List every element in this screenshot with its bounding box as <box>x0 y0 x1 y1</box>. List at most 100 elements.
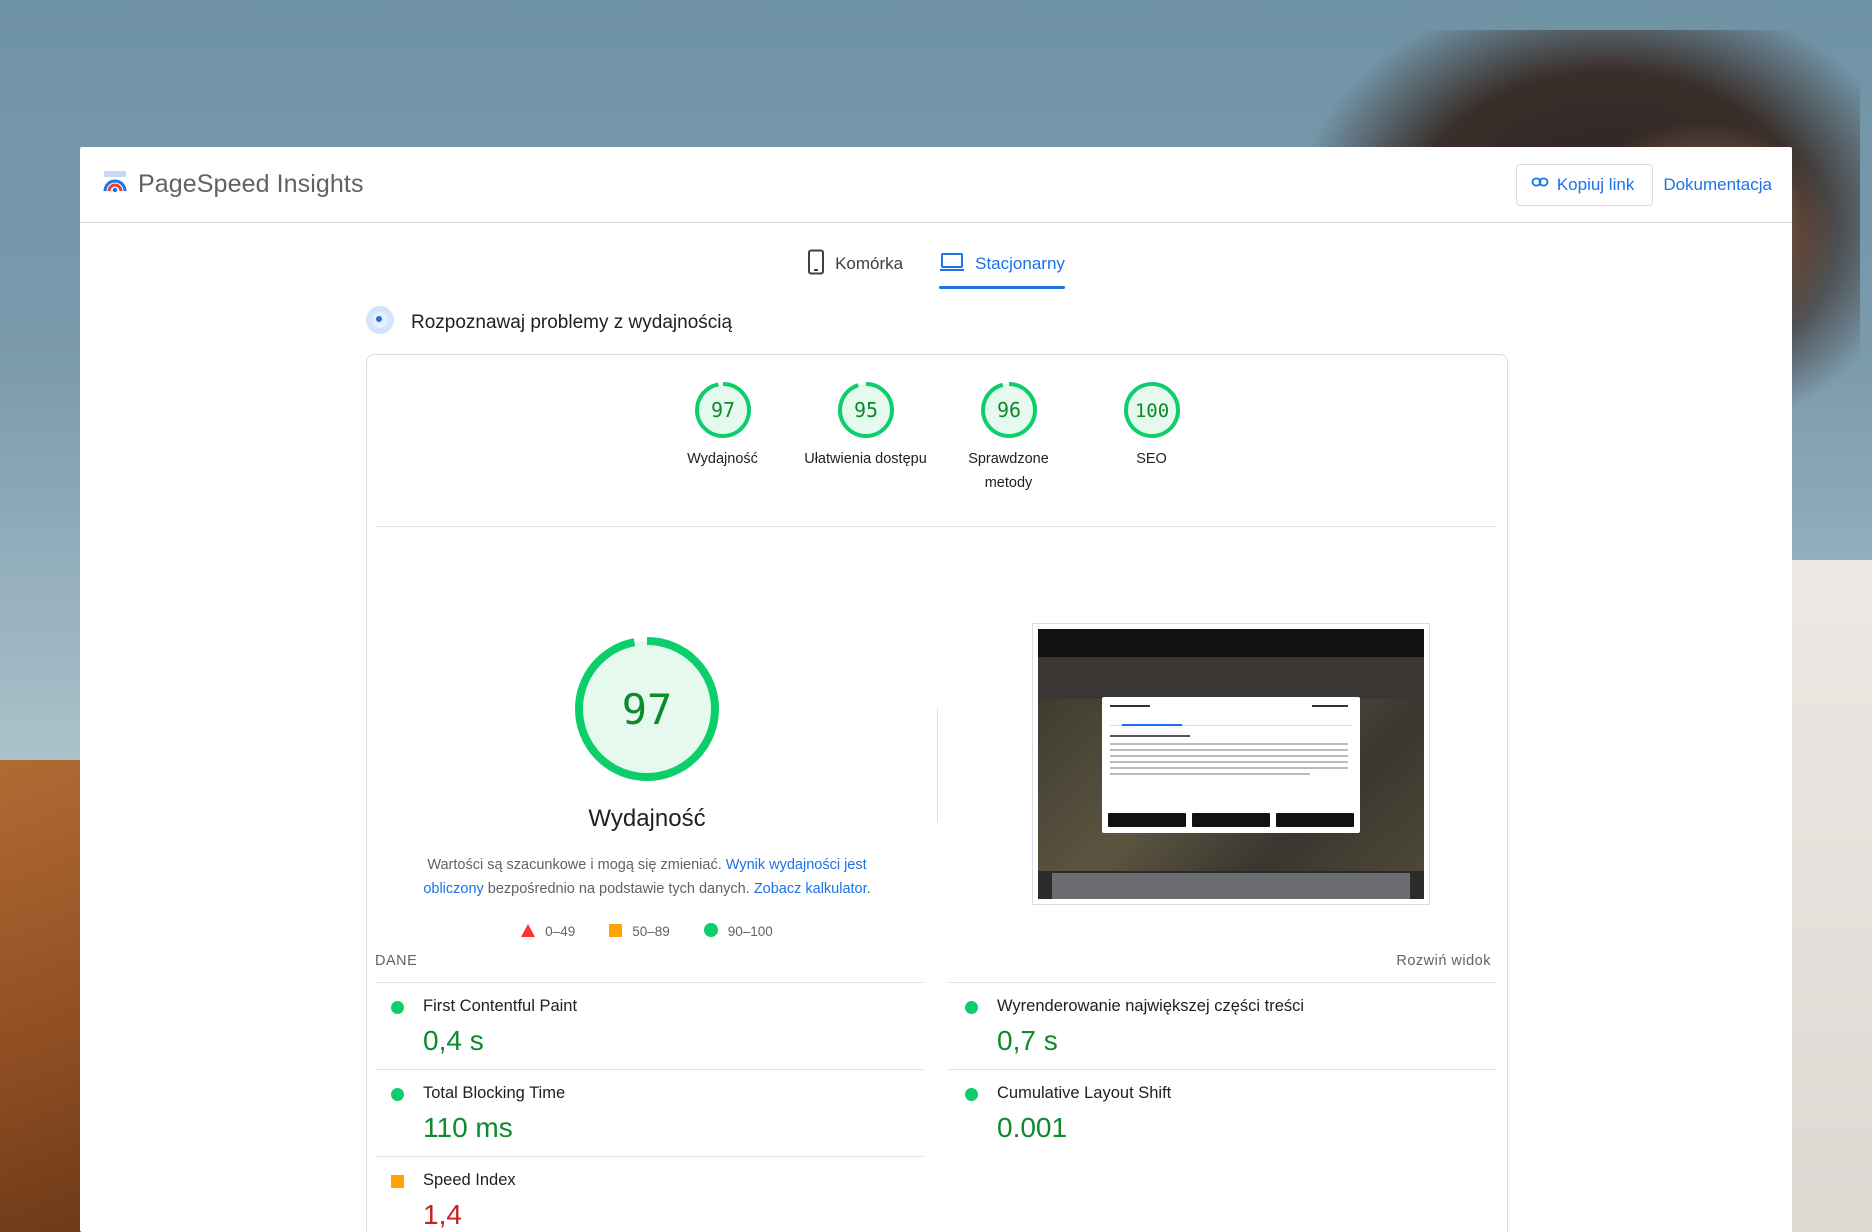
gauge-ring: 95 <box>837 382 894 438</box>
gauge-label: Ułatwienia dostępu <box>804 451 927 467</box>
tab-mobile-label: Komórka <box>835 254 904 273</box>
gauge-label: Wydajność <box>687 451 758 467</box>
dialog-button <box>1192 813 1270 827</box>
pagespeed-window: PageSpeed Insights Kopiuj link Dokumenta… <box>80 147 1792 1232</box>
gauge-best-practices[interactable]: 96 Sprawdzone metody <box>952 381 1065 501</box>
dialog-line <box>1312 705 1348 707</box>
metric-name: Cumulative Layout Shift <box>997 1084 1172 1102</box>
dialog-button <box>1108 813 1186 827</box>
metric-value: 0,7 s <box>997 1025 1058 1056</box>
section-divider <box>377 526 1497 527</box>
metric-value: 0.001 <box>997 1112 1068 1143</box>
screenshot-nav <box>1038 657 1424 699</box>
dialog-line <box>1110 743 1348 745</box>
metric-tbt: Total Blocking Time 110 ms <box>375 1069 923 1156</box>
category-gauges: 97 Wydajność 95 Ułatwienia dostępu 96 Sp… <box>367 381 1507 501</box>
metric-speed-index: Speed Index 1,4 <box>375 1156 923 1232</box>
dialog-line <box>1110 767 1348 769</box>
metric-fcp: First Contentful Paint 0,4 s <box>375 982 923 1069</box>
metric-name: Speed Index <box>423 1171 516 1189</box>
diagnose-title: Rozpoznawaj problemy z wydajnością <box>411 311 733 333</box>
performance-summary: 97 Wydajność Wartości są szacunkowe i mo… <box>407 635 887 940</box>
performance-description: Wartości są szacunkowe i mogą się zmieni… <box>417 853 877 901</box>
vertical-divider <box>937 708 938 822</box>
performance-score: 97 <box>622 685 673 734</box>
screenshot-cookie-dialog <box>1102 697 1360 833</box>
gauge-ring: 97 <box>694 382 751 438</box>
gauge-ring: 100 <box>1123 382 1180 438</box>
metrics-left-column: First Contentful Paint 0,4 s Total Block… <box>375 982 923 1232</box>
laptop-icon <box>939 252 965 277</box>
metric-value: 1,4 <box>423 1199 462 1230</box>
desc-text-3: . <box>866 881 871 897</box>
documentation-link[interactable]: Dokumentacja <box>1663 175 1772 195</box>
screenshot-promo-bar <box>1038 629 1424 657</box>
pagespeed-logo-icon <box>102 169 128 200</box>
performance-title: Wydajność <box>588 805 706 832</box>
legend-pass: 90–100 <box>703 923 773 940</box>
metric-lcp: Wyrenderowanie największej części treści… <box>949 982 1497 1069</box>
tab-desktop[interactable]: Stacjonarny <box>939 237 1065 291</box>
legend-average: 50–89 <box>609 923 670 940</box>
desc-text-1: Wartości są szacunkowe i mogą się zmieni… <box>427 857 722 873</box>
link-icon <box>1531 173 1549 196</box>
pass-circle-icon <box>965 1001 978 1019</box>
diagnose-header: Rozpoznawaj problemy z wydajnością <box>365 305 732 340</box>
pass-circle-icon <box>391 1088 404 1106</box>
dialog-button <box>1276 813 1354 827</box>
desc-text-2: bezpośrednio na podstawie tych danych. <box>487 881 750 897</box>
calculator-link[interactable]: Zobacz kalkulator <box>754 881 867 897</box>
gauge-ring: 96 <box>980 382 1037 438</box>
metrics-header: DANE Rozwiń widok <box>375 953 1491 969</box>
phone-icon <box>807 249 825 280</box>
app-title: PageSpeed Insights <box>138 170 364 198</box>
tab-desktop-label: Stacjonarny <box>975 254 1065 273</box>
brand[interactable]: PageSpeed Insights <box>102 169 364 200</box>
legend-fail: 0–49 <box>521 923 576 940</box>
gauge-seo[interactable]: 100 SEO <box>1095 381 1208 501</box>
circle-icon <box>703 923 718 940</box>
metrics-right-column: Wyrenderowanie największej części treści… <box>949 982 1497 1156</box>
copy-link-button[interactable]: Kopiuj link <box>1515 163 1654 206</box>
gauge-accessibility[interactable]: 95 Ułatwienia dostępu <box>804 381 927 501</box>
device-tabs: Komórka Stacjonarny <box>80 237 1792 291</box>
gauge-label: Sprawdzone metody <box>968 451 1049 491</box>
expand-view-button[interactable]: Rozwiń widok <box>1396 953 1491 969</box>
gauge-score: 96 <box>996 398 1020 422</box>
dialog-line <box>1110 761 1348 763</box>
triangle-icon <box>521 923 536 940</box>
dialog-line <box>1110 705 1150 707</box>
score-legend: 0–49 50–89 90–100 <box>521 923 773 940</box>
average-square-icon <box>391 1175 404 1193</box>
copy-link-label: Kopiuj link <box>1556 174 1635 194</box>
pass-circle-icon <box>965 1088 978 1106</box>
dialog-line <box>1110 735 1190 737</box>
legend-fail-label: 0–49 <box>545 924 576 939</box>
dialog-line <box>1110 773 1310 775</box>
screenshot-image <box>1038 629 1424 899</box>
diagnose-icon <box>365 305 395 340</box>
metrics-section-label: DANE <box>375 953 418 969</box>
dialog-line <box>1110 755 1348 757</box>
gauge-score: 95 <box>853 398 877 422</box>
pass-circle-icon <box>391 1001 404 1019</box>
report-panel: 97 Wydajność 95 Ułatwienia dostępu 96 Sp… <box>366 354 1508 1232</box>
background-photo-coat <box>0 760 90 1232</box>
page-screenshot[interactable] <box>1032 623 1430 905</box>
tab-mobile[interactable]: Komórka <box>807 237 903 291</box>
dialog-line <box>1122 724 1182 726</box>
background-photo-shirt <box>1790 560 1872 1232</box>
gauge-score: 100 <box>1134 400 1168 422</box>
gauge-score: 97 <box>710 398 734 422</box>
metric-value: 0,4 s <box>423 1025 484 1056</box>
gauge-label: SEO <box>1136 451 1167 467</box>
dialog-line <box>1110 749 1348 751</box>
top-bar: PageSpeed Insights Kopiuj link Dokumenta… <box>80 147 1792 223</box>
square-icon <box>609 923 623 940</box>
legend-average-label: 50–89 <box>632 924 670 939</box>
header-actions: Kopiuj link Dokumentacja <box>1515 163 1772 206</box>
metric-value: 110 ms <box>423 1112 513 1143</box>
performance-gauge: 97 <box>575 637 719 781</box>
metric-name: First Contentful Paint <box>423 997 578 1015</box>
gauge-performance[interactable]: 97 Wydajność <box>666 381 779 501</box>
